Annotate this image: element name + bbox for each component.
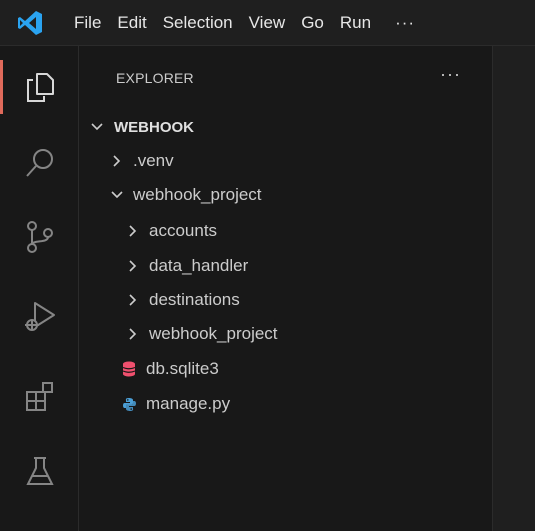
menu-selection[interactable]: Selection <box>155 0 241 46</box>
chevron-right-icon <box>122 293 144 307</box>
explorer-sidebar: EXPLORER ··· WEBHOOK .venv webhook_proje… <box>80 46 492 531</box>
chevron-right-icon <box>106 154 128 168</box>
tree-item-accounts[interactable]: accounts <box>80 214 492 248</box>
database-icon <box>118 361 140 377</box>
explorer-icon <box>26 73 54 102</box>
activity-bar <box>0 46 79 531</box>
tree-item-label: data_handler <box>149 256 249 275</box>
activity-source-control[interactable] <box>0 204 79 270</box>
search-icon <box>25 149 53 177</box>
python-icon <box>118 397 140 412</box>
tree-item-webhook-project-inner[interactable]: webhook_project <box>80 317 492 351</box>
tree-item-db-sqlite3[interactable]: db.sqlite3 <box>80 352 492 386</box>
chevron-down-icon <box>86 120 108 134</box>
activity-testing[interactable] <box>0 438 79 504</box>
activity-extensions[interactable] <box>0 364 79 430</box>
chevron-right-icon <box>122 224 144 238</box>
chevron-right-icon <box>122 259 144 273</box>
run-debug-icon <box>24 302 55 331</box>
source-control-icon <box>26 221 53 253</box>
tree-item-label: .venv <box>133 151 174 170</box>
testing-icon <box>25 457 54 485</box>
menu-run[interactable]: Run <box>332 0 379 46</box>
menu-edit[interactable]: Edit <box>109 0 154 46</box>
workspace-root-label: WEBHOOK <box>114 118 194 136</box>
tree-item-destinations[interactable]: destinations <box>80 283 492 317</box>
menu-go[interactable]: Go <box>293 0 332 46</box>
title-bar: File Edit Selection View Go Run ··· <box>0 0 535 46</box>
activity-search[interactable] <box>0 130 79 196</box>
workspace-root[interactable]: WEBHOOK <box>80 110 492 144</box>
tree-item-label: destinations <box>149 290 240 309</box>
tree-item-label: manage.py <box>146 394 231 413</box>
editor-area <box>492 46 535 531</box>
chevron-down-icon <box>106 188 128 202</box>
tree-item-label: accounts <box>149 221 218 240</box>
tree-item-label: webhook_project <box>133 185 262 204</box>
vscode-logo-icon[interactable] <box>0 0 60 46</box>
menu-bar: File Edit Selection View Go Run ··· <box>60 0 425 46</box>
menu-view[interactable]: View <box>241 0 294 46</box>
extensions-icon <box>25 382 53 411</box>
activity-explorer[interactable] <box>0 54 79 120</box>
tree-item-webhook-project[interactable]: webhook_project <box>80 178 492 212</box>
tree-item-label: webhook_project <box>149 324 278 343</box>
explorer-more-actions-button[interactable]: ··· <box>440 64 461 85</box>
chevron-right-icon <box>122 327 144 341</box>
tree-item-label: db.sqlite3 <box>146 359 219 378</box>
activity-run-debug[interactable] <box>0 284 79 350</box>
menu-file[interactable]: File <box>60 0 109 46</box>
tree-item-manage-py[interactable]: manage.py <box>80 387 492 421</box>
explorer-title: EXPLORER <box>116 70 194 86</box>
tree-item-data-handler[interactable]: data_handler <box>80 249 492 283</box>
menu-more-button[interactable]: ··· <box>385 0 425 46</box>
tree-item-venv[interactable]: .venv <box>80 144 492 178</box>
